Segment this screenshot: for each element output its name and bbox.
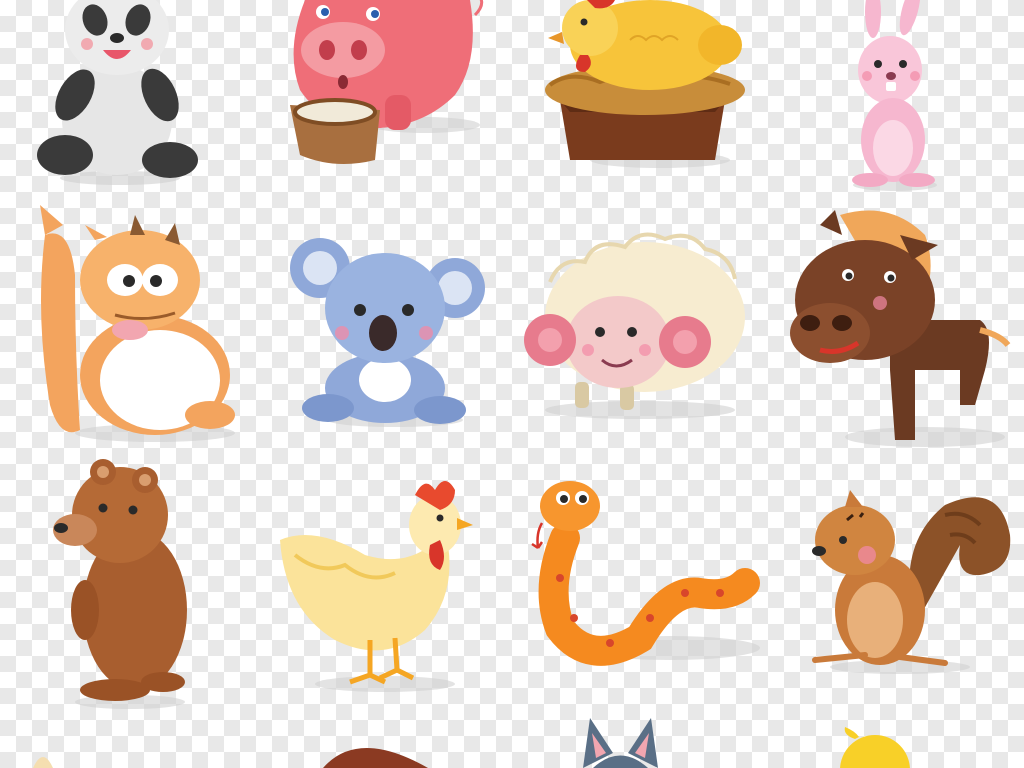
bear-icon	[53, 459, 195, 710]
koala-icon	[290, 228, 490, 428]
partial-animal-left-icon	[28, 748, 58, 768]
hen-nest-icon	[540, 0, 750, 170]
snake-icon	[530, 478, 760, 678]
brown-animal-icon	[318, 728, 433, 768]
chipmunk-icon	[805, 485, 1015, 675]
chicken-icon	[275, 470, 480, 695]
chick-icon	[830, 725, 910, 768]
pig-icon	[285, 0, 500, 180]
panda-icon	[35, 0, 198, 185]
rabbit-icon	[845, 0, 945, 195]
horse-icon	[780, 205, 1011, 450]
transparency-checkerboard-canvas	[0, 0, 1024, 768]
squirrel-cartoon-icon	[35, 205, 240, 445]
sheep-icon	[520, 232, 750, 420]
cat-ears-icon	[578, 718, 663, 768]
